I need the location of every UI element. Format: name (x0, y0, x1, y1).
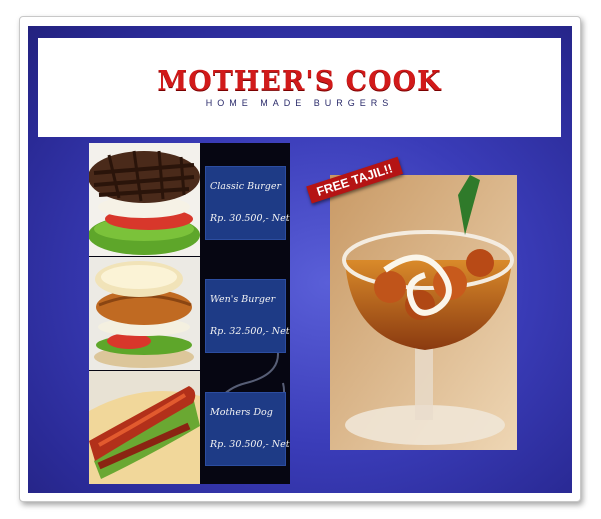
menu-item-classic-burger[interactable]: Classic Burger Rp. 30.500,- Nett (205, 166, 290, 240)
brand-tagline: HOME MADE BURGERS (205, 98, 394, 108)
mothers-dog-photo (89, 371, 200, 484)
menu-item-name: Classic Burger (210, 181, 281, 192)
menu-item-price: Rp. 32.500,- Nett (210, 326, 290, 337)
header-banner: MOTHER'S COOK HOME MADE BURGERS (38, 38, 561, 137)
wens-burger-photo (89, 257, 200, 370)
menu-board: Classic Burger Rp. 30.500,- Nett Wen's B… (89, 143, 290, 484)
menu-item-mothers-dog[interactable]: Mothers Dog Rp. 30.500,- Nett (205, 392, 290, 466)
menu-item-wens-burger[interactable]: Wen's Burger Rp. 32.500,- Nett (205, 279, 290, 353)
menu-item-price: Rp. 30.500,- Nett (210, 439, 290, 450)
tajil-dessert-photo (330, 175, 517, 450)
menu-item-price: Rp. 30.500,- Nett (210, 213, 290, 224)
classic-burger-photo (89, 143, 200, 256)
menu-item-name: Mothers Dog (210, 407, 273, 418)
brand-logo-title: MOTHER'S COOK (157, 66, 442, 97)
menu-item-name: Wen's Burger (210, 294, 276, 305)
